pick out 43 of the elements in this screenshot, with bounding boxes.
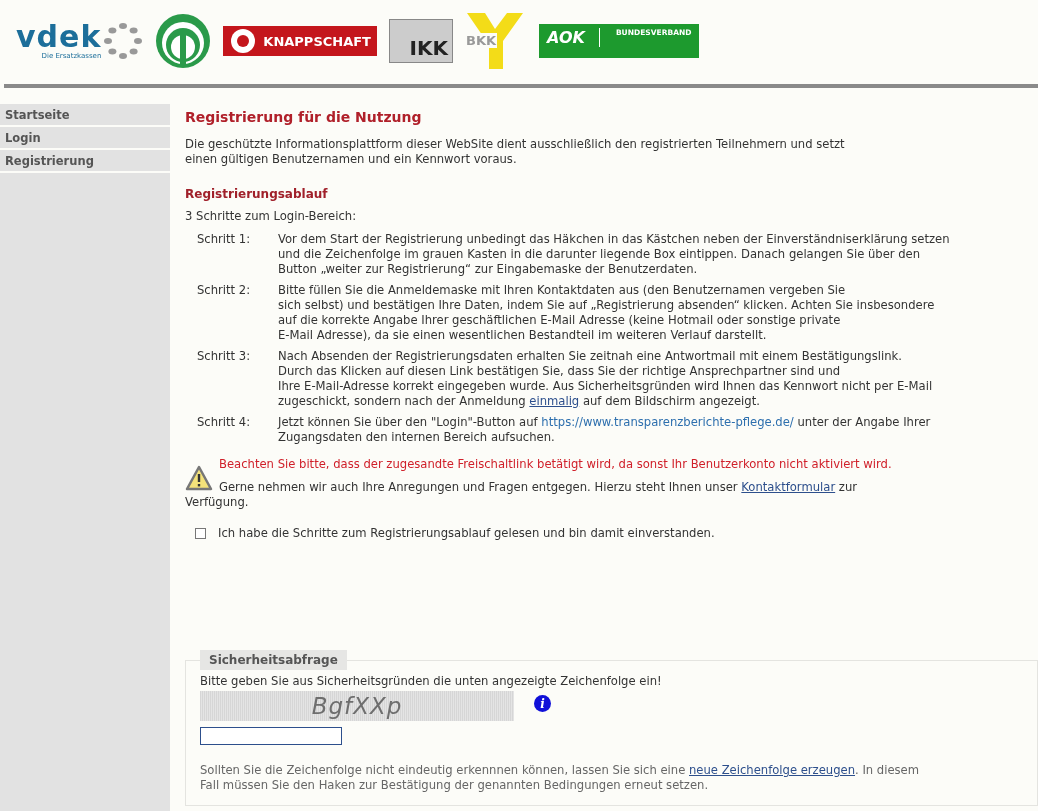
step-text-line: Nach Absenden der Registrierungsdaten erhalten Sie zeitnah eine Antwortmail mit einem Bestätigungslink. [278,349,903,364]
sidebar-item[interactable]: Startseite [0,104,170,127]
captcha-input-field[interactable] [200,727,342,745]
section-title: Registrierungsablauf [185,187,329,201]
consent-label: Ich habe die Schritte zum Registrierungsablauf gelesen und bin damit einverstanden. [218,526,715,540]
step-label: Schritt 3: [197,349,252,365]
url-link[interactable]: https://www.transparenzberichte-pflege.de/ [541,415,794,429]
page-title: Registrierung für die Nutzung [185,109,423,125]
wheat-circle-logo [155,13,212,69]
step-text-line: E-Mail Adresse), da sie einen wesentlichen Bestandteil im weiteren Verlauf darstellt. [278,328,768,343]
step-text-line: Vor dem Start der Registrierung unbedingt das Häkchen in das Kästchen neben der Einverständniserklärung setzen [278,232,950,247]
sidebar-item[interactable]: Login [0,127,170,150]
consent-checkbox[interactable] [195,527,206,539]
ikk-logo: IKK [389,19,453,63]
captcha-note: Sollten Sie die Zeichenfolge nicht eindeutig erkennnen können, lassen Sie sich eine neue Zeichenfolge erzeugen. In diesem Fall müssen Sie den Haken zur Bestätigung der genannten Bedingungen erneut setzen. [200,763,921,793]
text-link[interactable]: neue Zeichenfolge erzeugen [689,763,856,777]
fieldset-legend: Sicherheitsabfrage [200,650,347,670]
step-text-line: Zugangsdaten den internen Bereich aufsuchen. [278,430,556,445]
step-text-line: Durch das Klicken auf diesen Link bestätigen Sie, dass Sie der richtige Ansprechpartner sind und [278,364,842,379]
knappschaft-logo: KNAPPSCHAFT [223,26,377,56]
contact-text-line: Gerne nehmen wir auch Ihre Anregungen und Fragen entgegen. Hierzu steht Ihnen unser Kontaktformular zur [219,480,859,495]
step-text-line: sich selbst) und bestätigen Ihre Daten, indem Sie auf „Registrierung absenden“ klicken. Achten Sie insbesondere [278,298,935,313]
step-text-line: auf die korrekte Angabe Ihrer geschäftlichen E-Mail Adresse (keine Hotmail oder sonstige private [278,313,842,328]
info-icon[interactable]: i [534,695,551,712]
step-label: Schritt 4: [197,415,252,431]
step-text-line: und die Zeichenfolge im grauen Kasten in die darunter liegende Box eintippen. Danach gelangen Sie über den [278,247,922,262]
warning-text: Beachten Sie bitte, dass der zugesandte Freischaltlink betätigt wird, da sonst Ihr Benutzerkonto nicht aktiviert wird. [219,457,893,472]
step-text-line: Bitte füllen Sie die Anmeldemaske mit Ihren Kontaktdaten aus (den Benutzernamen vergeben Sie [278,283,847,298]
steps-intro: 3 Schritte zum Login-Bereich: [185,209,358,224]
step-label: Schritt 1: [197,232,252,248]
intro-paragraph: Die geschützte Informationsplattform dieser WebSite dient ausschließlich den registrierten Teilnehmern und setzt einen gültigen Benutzernamen und ein Kennwort voraus. [185,137,846,167]
captcha-prompt: Bitte geben Sie aus Sicherheitsgründen die unten angezeigte Zeichenfolge ein! [200,674,663,689]
text-link[interactable]: einmalig [529,394,580,408]
step-label: Schritt 2: [197,283,252,299]
step-text-line: Jetzt können Sie über den "Login"-Button auf https://www.transparenzberichte-pflege.de/ unter der Angabe Ihrer [278,415,931,430]
contact-text-line: Verfügung. [185,495,250,510]
warning-icon [185,465,213,491]
step-text-line: zugeschickt, sondern nach der Anmeldung einmalig auf dem Bildschirm angezeigt. [278,394,761,409]
sidebar-item[interactable]: Registrierung [0,150,170,173]
text-link[interactable]: Kontaktformular [741,480,836,494]
captcha-image: BgfXXp [200,691,514,721]
step-text-line: Ihre E-Mail-Adresse korrekt eingegeben wurde. Aus Sicherheitsgründen wird Ihnen das Kennwort nicht per E-Mail [278,379,933,394]
step-text-line: Button „weiter zur Registrierung“ zur Eingabemaske der Benutzerdaten. [278,262,699,277]
